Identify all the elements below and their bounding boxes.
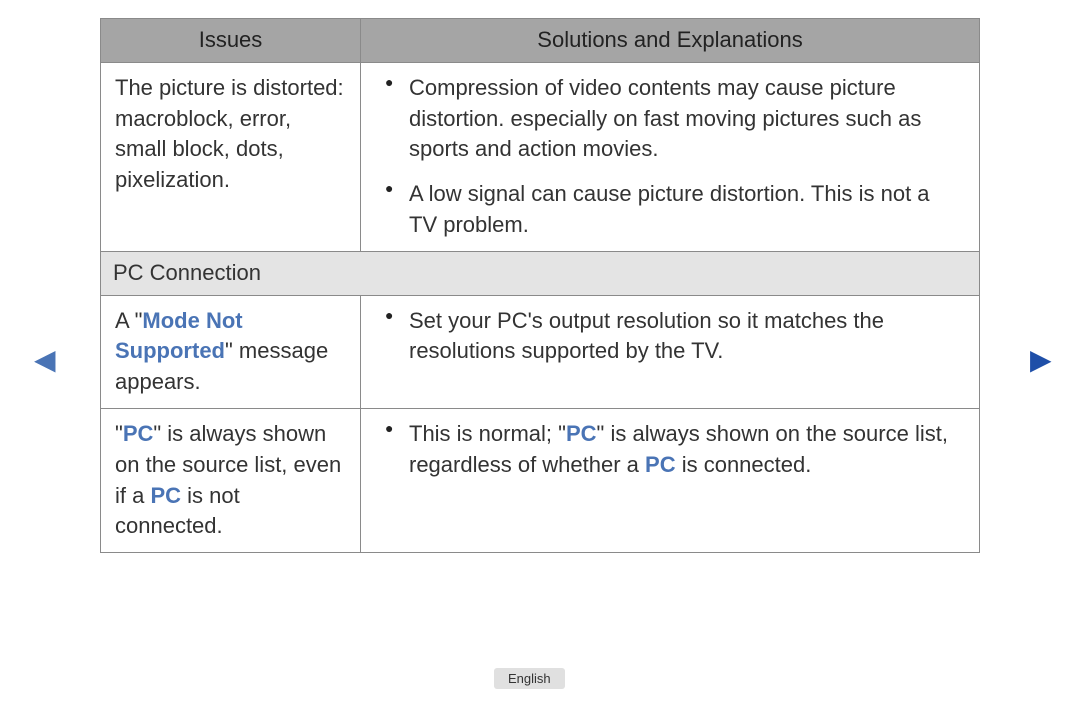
solution-item: A low signal can cause picture distortio… xyxy=(381,179,963,241)
table-row: The picture is distorted: macroblock, er… xyxy=(101,62,980,251)
table-header-row: Issues Solutions and Explanations xyxy=(101,19,980,63)
text: " xyxy=(115,421,123,446)
highlight-text: PC xyxy=(645,452,676,477)
highlight-text: PC xyxy=(150,483,181,508)
prev-page-arrow[interactable]: ◀ xyxy=(34,343,56,376)
solution-list: Compression of video contents may cause … xyxy=(381,73,963,241)
section-header: PC Connection xyxy=(101,251,980,295)
text: is connected. xyxy=(676,452,812,477)
solution-list: This is normal; "PC" is always shown on … xyxy=(381,419,963,481)
issue-cell: "PC" is always shown on the source list,… xyxy=(101,408,361,552)
issue-cell: The picture is distorted: macroblock, er… xyxy=(101,62,361,251)
language-badge: English xyxy=(494,668,565,689)
troubleshooting-table: Issues Solutions and Explanations The pi… xyxy=(100,18,980,553)
header-issues: Issues xyxy=(101,19,361,63)
table-row: A "Mode Not Supported" message appears. … xyxy=(101,295,980,408)
solution-cell: Compression of video contents may cause … xyxy=(361,62,980,251)
solution-item: This is normal; "PC" is always shown on … xyxy=(381,419,963,481)
solution-cell: This is normal; "PC" is always shown on … xyxy=(361,408,980,552)
next-page-arrow[interactable]: ▶ xyxy=(1030,343,1052,376)
issue-cell: A "Mode Not Supported" message appears. xyxy=(101,295,361,408)
table-row: "PC" is always shown on the source list,… xyxy=(101,408,980,552)
highlight-text: PC xyxy=(566,421,597,446)
text: A " xyxy=(115,308,142,333)
solution-item: Set your PC's output resolution so it ma… xyxy=(381,306,963,368)
section-row: PC Connection xyxy=(101,251,980,295)
solution-item: Compression of video contents may cause … xyxy=(381,73,963,165)
troubleshooting-page: Issues Solutions and Explanations The pi… xyxy=(100,18,980,553)
header-solutions: Solutions and Explanations xyxy=(361,19,980,63)
text: This is normal; " xyxy=(409,421,566,446)
solution-list: Set your PC's output resolution so it ma… xyxy=(381,306,963,368)
highlight-text: PC xyxy=(123,421,154,446)
solution-cell: Set your PC's output resolution so it ma… xyxy=(361,295,980,408)
